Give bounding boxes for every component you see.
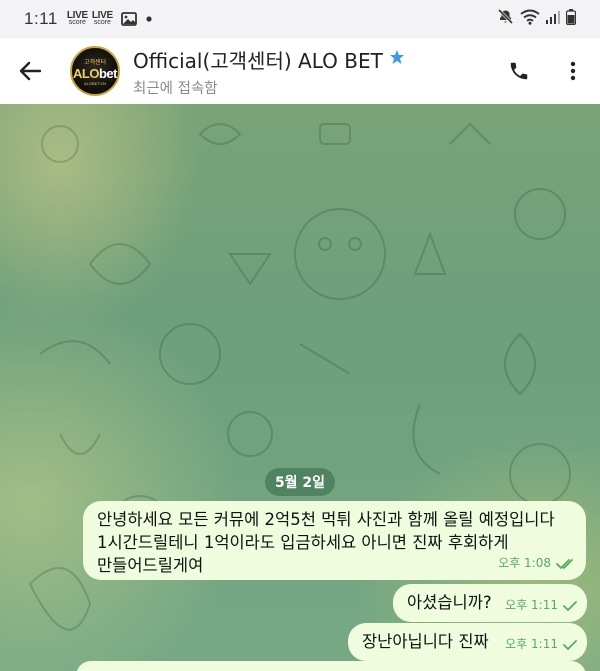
message-bubble[interactable]: 아셨습니까? 오후 1:11	[393, 584, 587, 622]
more-options-button[interactable]	[546, 38, 600, 104]
chat-info[interactable]: Official(고객센터) ALO BET 최근에 접속함	[133, 45, 405, 98]
message-bubble[interactable]: 안녕하세요 모든 커뮤에 2억5천 먹튀 사진과 함께 올릴 예정입니다 1시간…	[83, 501, 586, 580]
wifi-icon	[520, 9, 540, 30]
message-time: 오후 1:08	[498, 556, 551, 570]
dot-icon	[145, 15, 153, 23]
chat-title: Official(고객센터) ALO BET	[133, 45, 405, 74]
check-icon	[563, 600, 577, 611]
message-meta: 오후 1:08	[498, 552, 576, 575]
message-time: 오후 1:11	[505, 598, 558, 612]
battery-icon	[565, 8, 577, 30]
more-vertical-icon	[570, 61, 576, 81]
date-separator: 5월 2일	[264, 468, 336, 496]
status-time: 1:11	[24, 9, 58, 28]
check-icon	[563, 639, 577, 650]
phone-icon	[510, 62, 528, 80]
status-bar: 1:11 LIVE score LIVE score	[0, 0, 600, 38]
message-meta: 오후 1:11	[505, 594, 577, 617]
call-button[interactable]	[492, 38, 546, 104]
message-line: 장난아닙니다 진짜	[362, 632, 489, 651]
message-bubble-partial[interactable]	[76, 661, 586, 671]
avatar[interactable]: 고객센터 ALObet ALOBET.VN	[70, 46, 120, 96]
message-line: 아셨습니까?	[407, 593, 492, 612]
message-time: 오후 1:11	[505, 637, 558, 651]
double-check-icon	[556, 558, 573, 569]
arrow-left-icon	[19, 61, 41, 81]
chat-area[interactable]: 5월 2일 안녕하세요 모든 커뮤에 2억5천 먹튀 사진과 함께 올릴 예정입…	[0, 104, 600, 671]
verified-star-icon	[389, 49, 405, 70]
signal-icon	[546, 9, 560, 29]
livescore-icon: LIVE score	[66, 9, 88, 27]
message-bubble[interactable]: 장난아닙니다 진짜 오후 1:11	[348, 623, 587, 661]
back-button[interactable]	[0, 38, 60, 104]
livescore-icon: LIVE score	[91, 9, 113, 27]
gallery-icon	[120, 12, 137, 26]
message-line: 1시간드릴테니 1억이라도 입금하세요 아니면 진짜 후회하게	[97, 533, 509, 552]
mute-icon	[497, 8, 514, 30]
message-meta: 오후 1:11	[505, 633, 577, 656]
last-seen-status: 최근에 접속함	[133, 80, 218, 97]
chat-header: 고객센터 ALObet ALOBET.VN Official(고객센터) ALO…	[0, 38, 600, 104]
message-line: 안녕하세요 모든 커뮤에 2억5천 먹튀 사진과 함께 올릴 예정입니다	[97, 510, 555, 529]
